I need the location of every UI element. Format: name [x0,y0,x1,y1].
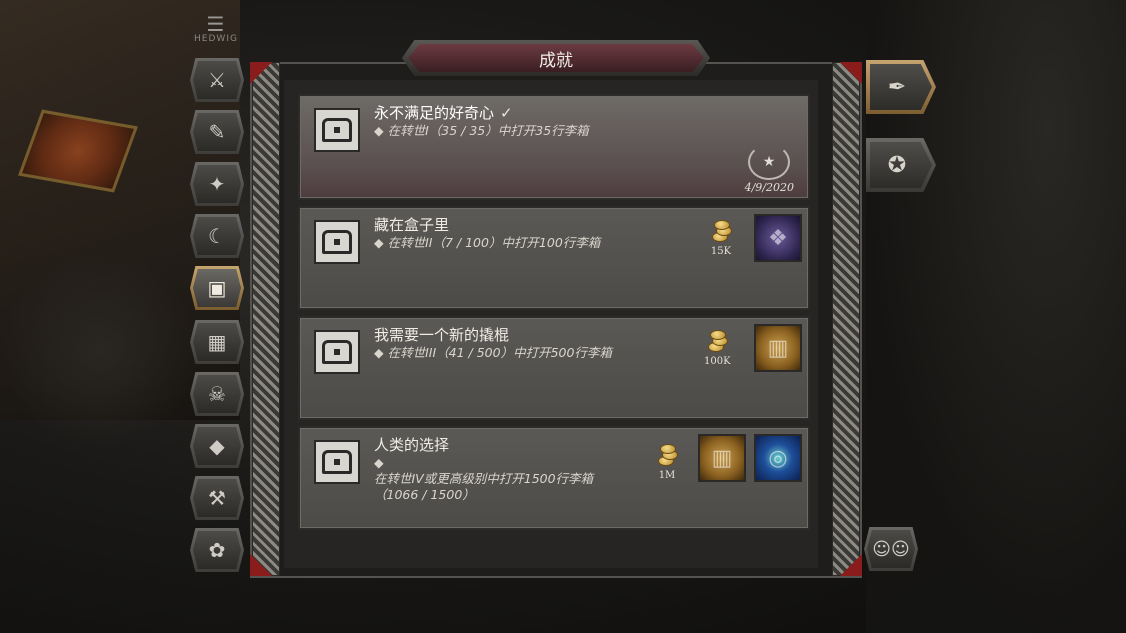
laurel-star-icon: ★ [748,144,790,180]
achievement-description: ◆ 在转世II（7 / 100）中打开100行李箱 [374,235,601,250]
gold-coins-icon [654,442,680,468]
nav-wings-icon: ✦ [193,165,241,203]
gold-reward: 15K [708,218,734,257]
cube-icon: ❖ [768,225,788,251]
feather-tab-icon: ✒ [870,64,932,110]
achievement-description: ◆ 在转世I（35 / 35）中打开35行李箱 [374,123,589,138]
nav-sword-icon: ⚔ [193,61,241,99]
nav-gem-icon: ◆ [193,427,241,465]
group-icon: ☺☺ [867,530,915,568]
nav-horn-icon: ☾ [193,217,241,255]
nav-button[interactable]: ⚔ [190,58,244,102]
achievement-card[interactable]: 我需要一个新的撬棍 ◆ 在转世III（41 / 500）中打开500行李箱 10… [298,316,810,420]
orb-icon: ◎ [768,445,788,471]
nav-scroll-icon: ✎ [193,113,241,151]
nav-button[interactable]: ☠ [190,372,244,416]
nav-button[interactable]: ▦ [190,320,244,364]
reward-item-gold-chest[interactable]: ▥ [754,324,802,372]
achievement-title: 人类的选择 [374,436,450,454]
completion-date: 4/9/2020 [744,181,794,194]
achievement-title: 永不满足的好奇心 ✓ [374,104,513,122]
chest-icon [314,440,360,484]
achievement-title: 藏在盒子里 [374,216,450,234]
nav-pet-icon: ✿ [193,531,241,569]
completed-check-icon: ✓ [500,104,513,122]
reward-item-blue-orb[interactable]: ◎ [754,434,802,482]
gold-amount: 100K [704,356,731,367]
nav-demon-icon: ☠ [193,375,241,413]
left-chain-border [252,62,280,576]
reward-item-cube[interactable]: ❖ [754,214,802,262]
gold-coins-icon [708,218,734,244]
chest-icon [314,108,360,152]
panel-title-plate: 成就 [402,40,710,76]
description-text: 在转世IV或更高级别中打开1500行李箱（1066 / 1500） [374,471,594,502]
laurel-star-tab-icon: ✪ [870,142,932,188]
reward-item-gold-chest[interactable]: ▥ [698,434,746,482]
logo-text: HEDWIG [194,34,238,44]
achievement-description: ◆ 在转世IV或更高级别中打开1500行李箱（1066 / 1500） [374,455,636,503]
nav-blocks-icon: ▦ [193,323,241,361]
game-logo: ☰ HEDWIG [190,14,242,44]
nav-hammer-icon: ⚒ [193,479,241,517]
gold-reward: 1M [654,442,680,481]
gold-coins-icon [704,328,730,354]
gold-amount: 1M [658,470,676,481]
panel-title: 成就 [539,50,573,71]
background-shadow [0,250,200,450]
chest-icon [314,330,360,374]
description-bullet: ◆ [374,455,384,470]
nav-button[interactable]: ✦ [190,162,244,206]
logo-mark-icon: ☰ [206,12,226,36]
nav-chest-icon: ▣ [193,269,241,307]
tab-achievements[interactable]: ✒ [866,60,936,114]
tab-rankings[interactable]: ✪ [866,138,936,192]
nav-button[interactable]: ◆ [190,424,244,468]
chest-icon [314,220,360,264]
right-chain-border [832,62,860,576]
achievement-description: ◆ 在转世III（41 / 500）中打开500行李箱 [374,345,612,360]
achievement-title: 我需要一个新的撬棍 [374,326,510,344]
golden-chest-icon: ▥ [711,445,733,471]
nav-button[interactable]: ✎ [190,110,244,154]
achievement-card[interactable]: 藏在盒子里 ◆ 在转世II（7 / 100）中打开100行李箱 15K ❖ [298,206,810,310]
achievement-card[interactable]: 人类的选择 ◆ 在转世IV或更高级别中打开1500行李箱（1066 / 1500… [298,426,810,530]
achievement-card[interactable]: 永不满足的好奇心 ✓ ◆ 在转世I（35 / 35）中打开35行李箱 ★ 4/9/… [298,94,810,200]
social-button[interactable]: ☺☺ [864,527,918,571]
nav-button[interactable]: ⚒ [190,476,244,520]
golden-chest-icon: ▥ [767,335,789,361]
nav-button[interactable]: ☾ [190,214,244,258]
gold-reward: 100K [704,328,731,367]
nav-button[interactable]: ▣ [190,266,244,310]
gold-amount: 15K [710,246,732,257]
achievement-list[interactable]: 永不满足的好奇心 ✓ ◆ 在转世I（35 / 35）中打开35行李箱 ★ 4/9/… [284,80,818,568]
nav-button[interactable]: ✿ [190,528,244,572]
